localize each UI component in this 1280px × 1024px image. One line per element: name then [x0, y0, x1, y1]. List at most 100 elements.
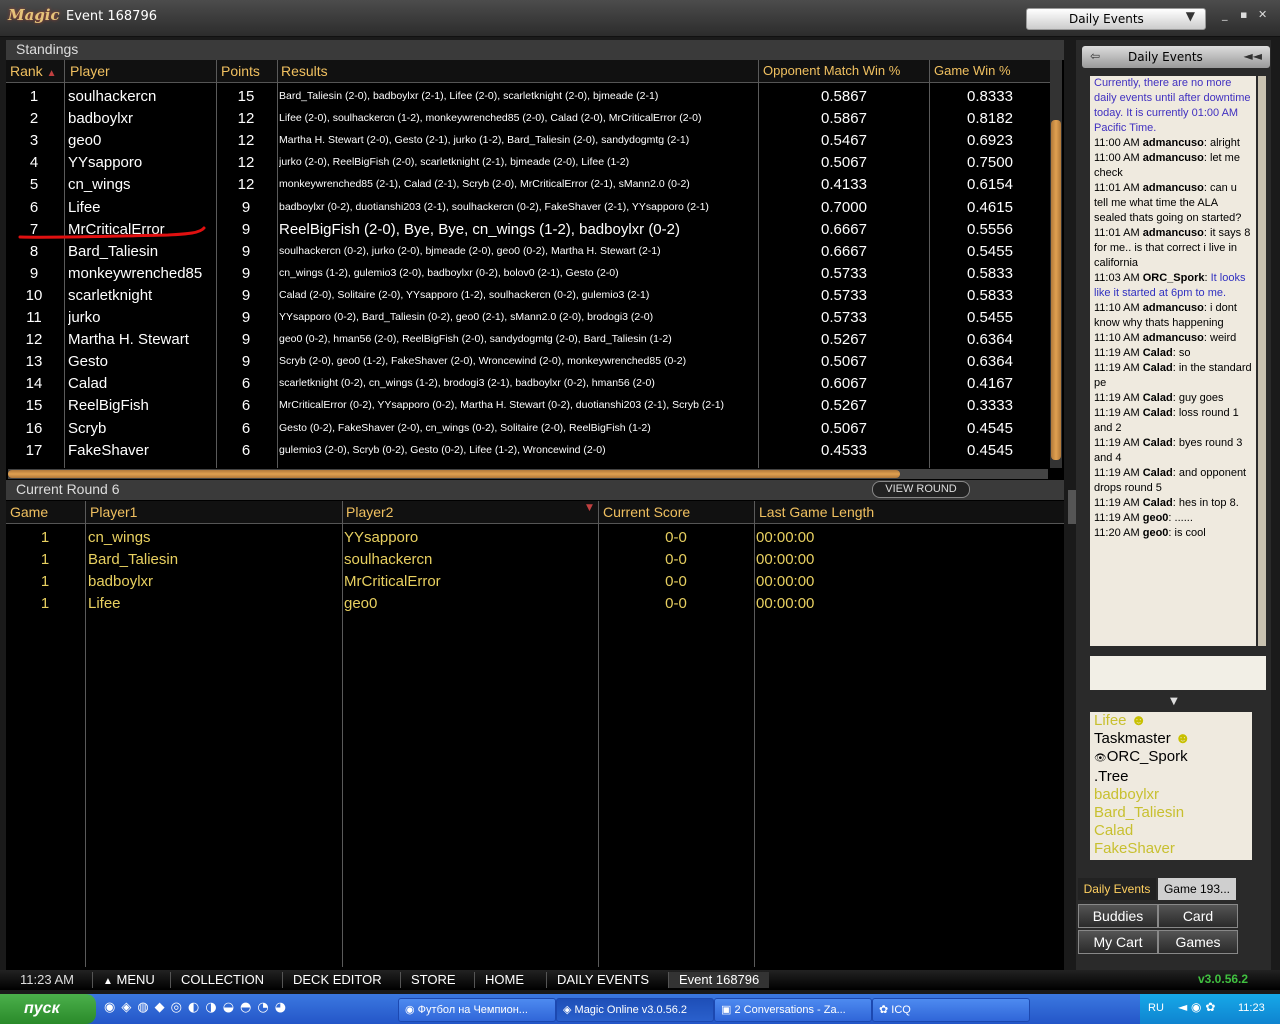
- standings-row[interactable]: 3 geo0 12 Martha H. Stewart (2-0), Gesto (2…: [6, 129, 1050, 151]
- tab-game[interactable]: Game 193...: [1158, 878, 1236, 900]
- store-button[interactable]: STORE: [400, 972, 466, 988]
- chat-time: 11:01 AM: [1094, 227, 1140, 239]
- chat-scrollbar[interactable]: [1258, 76, 1266, 646]
- chat-user[interactable]: admancuso: [1143, 332, 1204, 344]
- standings-row[interactable]: 1 soulhackercn 15 Bard_Taliesin (2-0), badb…: [6, 85, 1050, 107]
- chat-message: Currently, there are no more daily event…: [1094, 77, 1251, 134]
- standings-row[interactable]: 9 monkeywrenched85 9 cn_wings (1-2), gulemi…: [6, 262, 1050, 284]
- user-list-item[interactable]: FakeShaver: [1090, 840, 1252, 858]
- games-button[interactable]: Games: [1158, 930, 1238, 954]
- tab-daily-events[interactable]: Daily Events: [1078, 878, 1156, 900]
- col-points[interactable]: Points: [221, 63, 260, 79]
- standings-row[interactable]: 10 scarletknight 9 Calad (2-0), Solitaire (…: [6, 284, 1050, 306]
- chat-user[interactable]: admancuso: [1143, 182, 1204, 194]
- chat-user[interactable]: Calad: [1143, 392, 1173, 404]
- user-list-item[interactable]: Lifee ☻: [1090, 712, 1252, 730]
- user-list-item[interactable]: badboylxr: [1090, 786, 1252, 804]
- col-player[interactable]: Player: [70, 63, 110, 79]
- standings-horizontal-scrollbar[interactable]: [8, 469, 1048, 479]
- chat-user[interactable]: Calad: [1143, 347, 1173, 359]
- round-row[interactable]: 1 Lifee geo0 0-0 00:00:00: [6, 592, 1064, 614]
- collection-button[interactable]: COLLECTION: [170, 972, 274, 988]
- my-cart-button[interactable]: My Cart: [1078, 930, 1158, 954]
- standings-row[interactable]: 12 Martha H. Stewart 9 geo0 (0-2), hman56 (…: [6, 328, 1050, 350]
- col-player1[interactable]: Player1: [90, 504, 137, 520]
- standings-row[interactable]: 17 FakeShaver 6 gulemio3 (2-0), Scryb (0-2)…: [6, 439, 1050, 461]
- chat-user[interactable]: Calad: [1143, 497, 1173, 509]
- chat-user[interactable]: Calad: [1143, 437, 1173, 449]
- menu-button[interactable]: ▲ MENU: [92, 972, 165, 988]
- chat-user[interactable]: ORC_Spork: [1143, 272, 1205, 284]
- standings-vertical-scrollbar[interactable]: [1050, 60, 1062, 468]
- standings-row[interactable]: 5 cn_wings 12 monkeywrenched85 (2-1), Calad…: [6, 173, 1050, 195]
- user-list-item[interactable]: Calad: [1090, 822, 1252, 840]
- language-indicator[interactable]: RU: [1148, 1002, 1164, 1014]
- col-results[interactable]: Results: [281, 63, 328, 79]
- chat-user[interactable]: Calad: [1143, 362, 1173, 374]
- chat-time: 11:19 AM: [1094, 392, 1140, 404]
- round-player1-cell: cn_wings: [88, 529, 151, 546]
- deck-editor-button[interactable]: DECK EDITOR: [282, 972, 392, 988]
- standings-row[interactable]: 8 Bard_Taliesin 9 soulhackercn (0-2), jurko…: [6, 240, 1050, 262]
- splitter-arrow-icon[interactable]: ▼: [1170, 696, 1178, 707]
- card-button[interactable]: Card: [1158, 904, 1238, 928]
- round-row[interactable]: 1 cn_wings YYsapporo 0-0 00:00:00: [6, 526, 1064, 548]
- start-button[interactable]: пуск: [0, 994, 96, 1024]
- tray-icons[interactable]: ◄ ◉ ✿: [1178, 1000, 1215, 1014]
- minimize-button[interactable]: _: [1222, 8, 1228, 21]
- standings-row[interactable]: 13 Gesto 9 Scryb (2-0), geo0 (1-2), FakeSha…: [6, 350, 1050, 372]
- col-game[interactable]: Game: [10, 504, 48, 520]
- taskbar-item-football[interactable]: ◉ Футбол на Чемпион...: [398, 998, 556, 1022]
- standings-row[interactable]: 15 ReelBigFish 6 MrCriticalError (0-2), YYs…: [6, 394, 1050, 416]
- chat-time: 11:20 AM: [1094, 527, 1140, 539]
- quick-launch-icons[interactable]: ◉◈◍◆◎◐◑◒◓◔◕: [104, 1000, 292, 1015]
- chat-user[interactable]: admancuso: [1143, 227, 1204, 239]
- user-list-item[interactable]: Bard_Taliesin: [1090, 804, 1252, 822]
- standings-row[interactable]: 16 Scryb 6 Gesto (0-2), FakeShaver (2-0), c…: [6, 417, 1050, 439]
- col-rank[interactable]: Rank ▲: [10, 63, 56, 79]
- chat-text: ......: [1174, 512, 1193, 524]
- user-list-item[interactable]: .Tree: [1090, 768, 1252, 786]
- panel-toggle-handle[interactable]: [1068, 490, 1076, 524]
- user-list-item[interactable]: 👁ORC_Spork: [1090, 748, 1252, 768]
- close-button[interactable]: ✕: [1258, 8, 1267, 21]
- chat-user[interactable]: admancuso: [1143, 137, 1204, 149]
- daily-events-button[interactable]: DAILY EVENTS: [546, 972, 659, 988]
- col-player2[interactable]: Player2: [346, 504, 393, 520]
- standings-rank-cell: 3: [29, 132, 39, 150]
- chat-user[interactable]: geo0: [1143, 512, 1169, 524]
- col-last-game-length[interactable]: Last Game Length: [759, 504, 874, 520]
- event-selector-dropdown[interactable]: Daily Events ▼: [1026, 8, 1206, 30]
- home-button[interactable]: HOME: [474, 972, 534, 988]
- buddies-button[interactable]: Buddies: [1078, 904, 1158, 928]
- standings-row[interactable]: 6 Lifee 9 badboylxr (0-2), duotianshi203 (2…: [6, 196, 1050, 218]
- taskbar-item-conversations[interactable]: ▣ 2 Conversations - Za...: [714, 998, 872, 1022]
- round-game-cell: 1: [40, 551, 50, 568]
- event-tab-button[interactable]: Event 168796: [668, 972, 770, 988]
- taskbar-item-magic[interactable]: ◈ Magic Online v3.0.56.2: [556, 998, 714, 1022]
- back-icon[interactable]: ⇦: [1090, 49, 1100, 63]
- standings-row[interactable]: 14 Calad 6 scarletknight (0-2), cn_wings (1…: [6, 372, 1050, 394]
- round-row[interactable]: 1 Bard_Taliesin soulhackercn 0-0 00:00:00: [6, 548, 1064, 570]
- col-current-score[interactable]: Current Score: [603, 504, 690, 520]
- chat-user[interactable]: geo0: [1143, 527, 1169, 539]
- chat-user[interactable]: Calad: [1143, 467, 1173, 479]
- standings-results-cell: ReelBigFish (2-0), Bye, Bye, cn_wings (1…: [279, 220, 680, 238]
- standings-row[interactable]: 11 jurko 9 YYsapporo (0-2), Bard_Taliesin (…: [6, 306, 1050, 328]
- col-omw[interactable]: Opponent Match Win %: [763, 63, 900, 78]
- chat-user[interactable]: admancuso: [1143, 302, 1204, 314]
- user-list-item[interactable]: Taskmaster ☻: [1090, 730, 1252, 748]
- chat-user[interactable]: Calad: [1143, 407, 1173, 419]
- chat-input[interactable]: [1090, 656, 1266, 690]
- taskbar-item-icq[interactable]: ✿ ICQ: [872, 998, 1030, 1022]
- standings-row[interactable]: 2 badboylxr 12 Lifee (2-0), soulhackercn (1…: [6, 107, 1050, 129]
- maximize-button[interactable]: ▪: [1240, 8, 1247, 21]
- round-row[interactable]: 1 badboylxr MrCriticalError 0-0 00:00:00: [6, 570, 1064, 592]
- standings-omw-cell: 0.4133: [821, 176, 867, 194]
- icq-icon: ✿: [879, 1004, 889, 1016]
- chat-user[interactable]: admancuso: [1143, 152, 1204, 164]
- view-round-button[interactable]: VIEW ROUND: [872, 481, 970, 498]
- standings-row[interactable]: 4 YYsapporo 12 jurko (2-0), ReelBigFish (2-…: [6, 151, 1050, 173]
- col-gw[interactable]: Game Win %: [934, 63, 1011, 78]
- collapse-icon[interactable]: ◄◄: [1244, 49, 1262, 63]
